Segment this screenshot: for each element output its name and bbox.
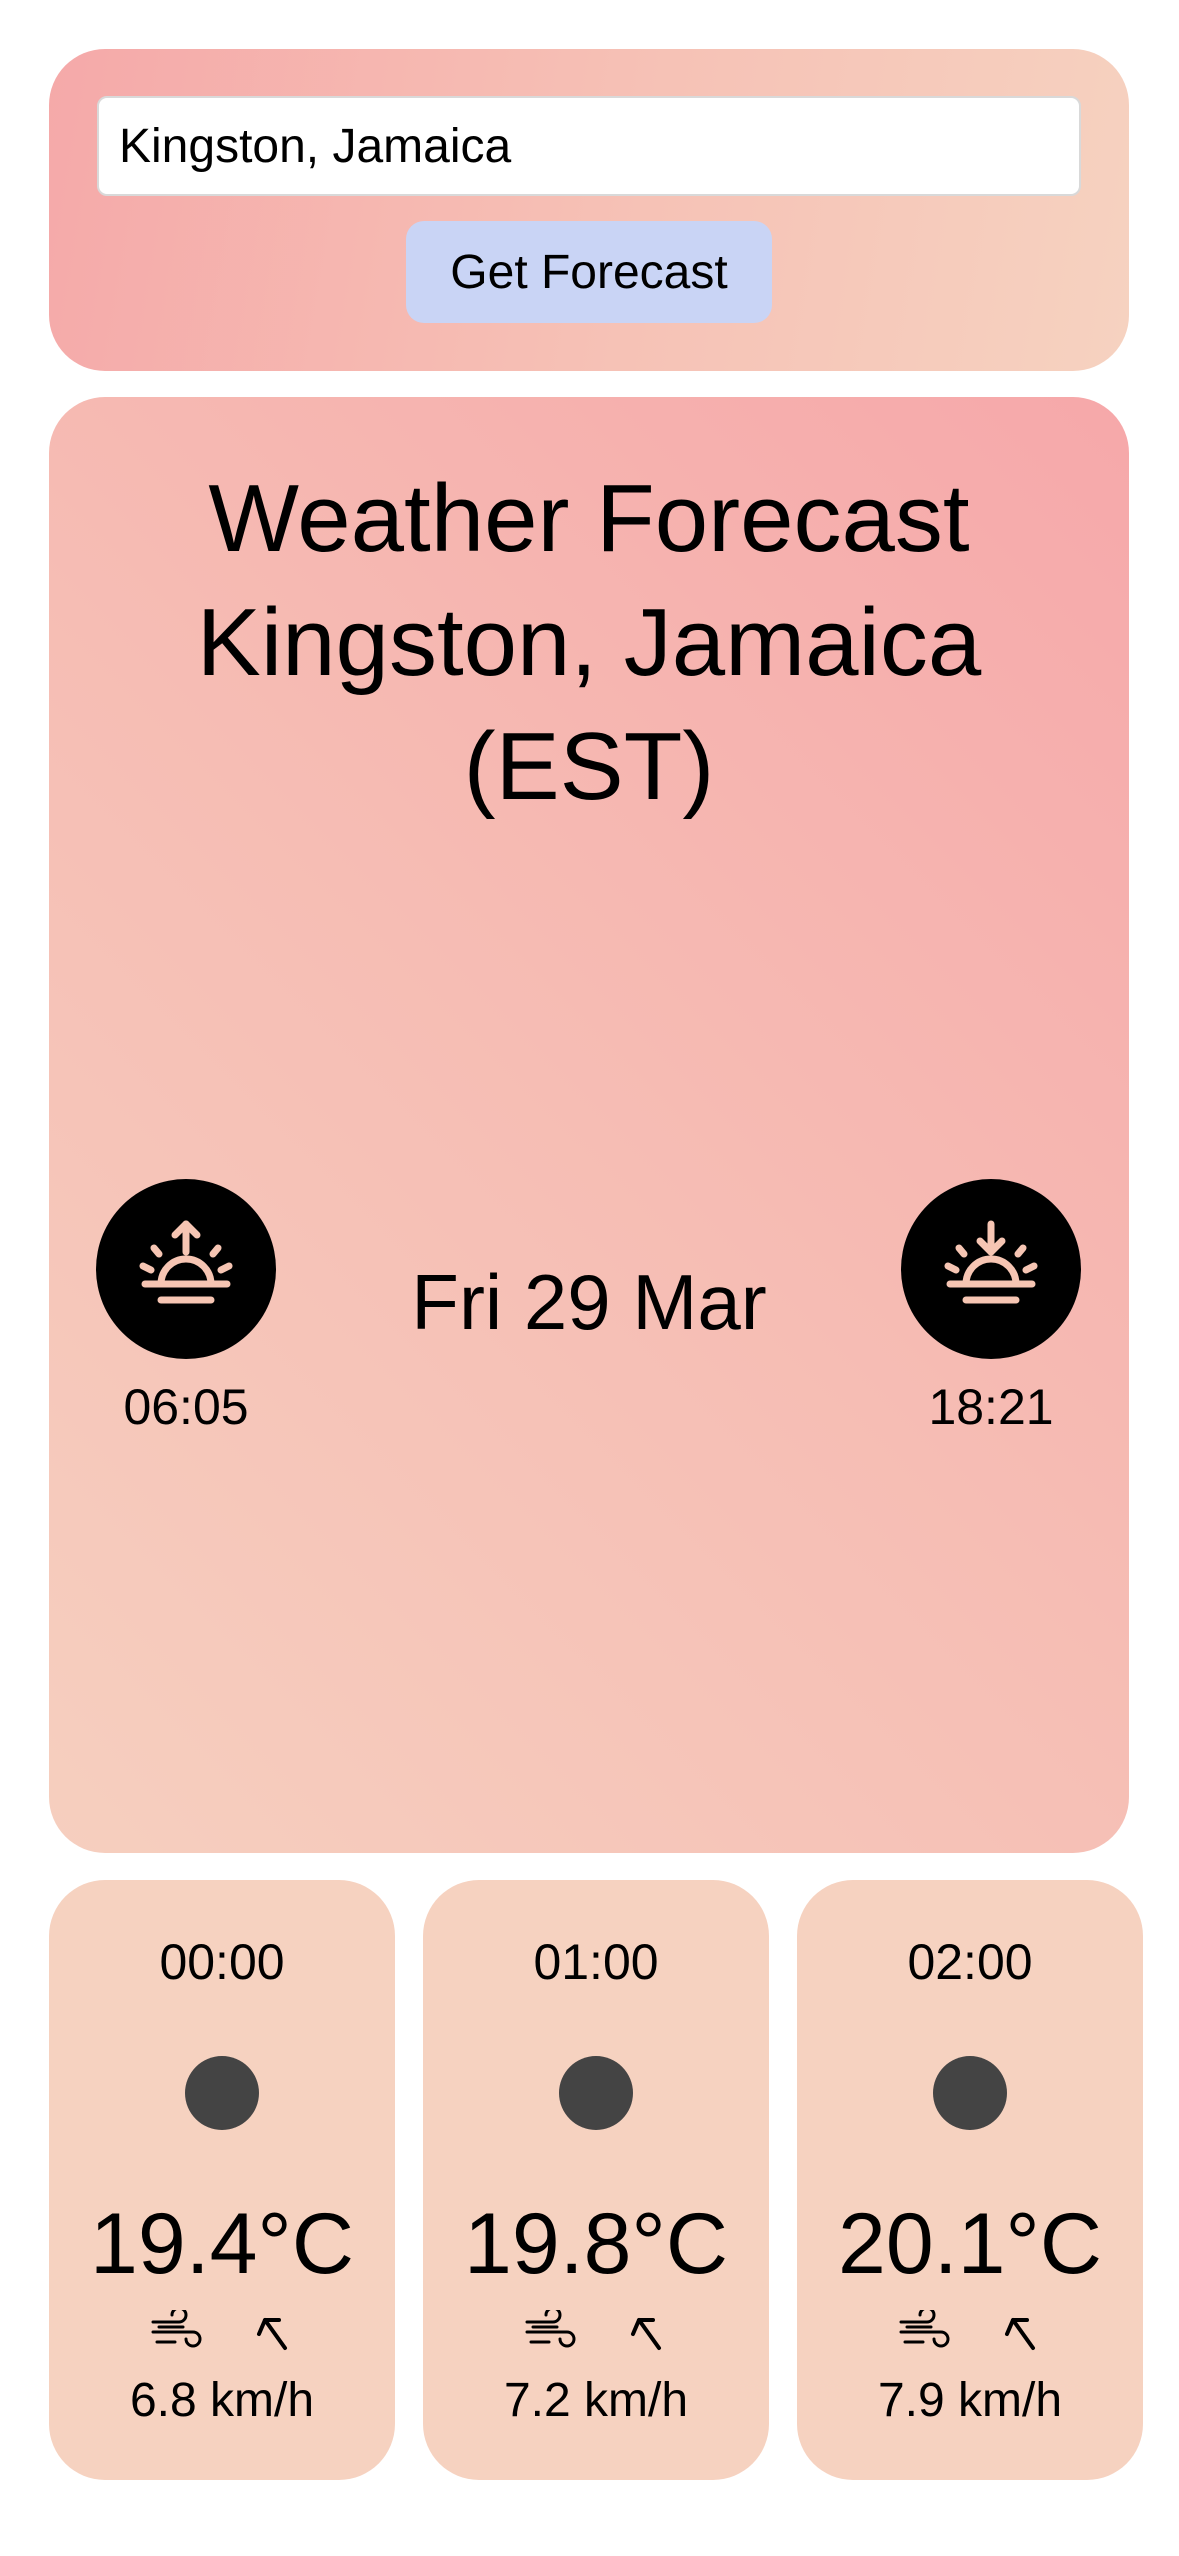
forecast-title: Weather Forecast Kingston, Jamaica (EST) xyxy=(49,457,1129,829)
clear-night-dot-icon xyxy=(185,2056,259,2130)
hour-wind-icons xyxy=(49,2310,395,2358)
hour-time: 00:00 xyxy=(159,1934,285,1990)
clear-night-dot-icon xyxy=(559,2056,633,2130)
hour-temperature: 20.1°C xyxy=(838,2196,1102,2292)
hourly-card: 01:00 19.8°C 7.2 km/h xyxy=(423,1880,769,2480)
sunrise-time: 06:05 xyxy=(123,1379,249,1435)
sunset-block: 18:21 xyxy=(901,1179,1081,1437)
hour-wind-icons xyxy=(423,2310,769,2358)
sunset-icon xyxy=(901,1179,1081,1359)
forecast-title-location: Kingston, Jamaica xyxy=(196,589,982,696)
hour-temperature: 19.4°C xyxy=(90,2196,354,2292)
hour-time: 01:00 xyxy=(533,1934,659,1990)
forecast-title-line1: Weather Forecast xyxy=(208,465,970,572)
hour-wind-icons xyxy=(797,2310,1143,2358)
hour-wind-speed: 7.2 km/h xyxy=(503,2374,689,2427)
hourly-card: 02:00 20.1°C 7.9 km/h xyxy=(797,1880,1143,2480)
wind-icon xyxy=(899,2310,950,2348)
clear-night-dot-icon xyxy=(933,2056,1007,2130)
sunset-time: 18:21 xyxy=(928,1379,1054,1435)
get-forecast-button[interactable]: Get Forecast xyxy=(406,221,772,323)
hourly-card: 00:00 19.4°C 6.8 km/h xyxy=(49,1880,395,2480)
wind-icon xyxy=(151,2310,202,2348)
arrow-up-left-icon xyxy=(257,2318,287,2350)
hour-temperature: 19.8°C xyxy=(464,2196,728,2292)
arrow-up-left-icon xyxy=(1005,2318,1035,2350)
hour-wind-speed: 7.9 km/h xyxy=(877,2374,1063,2427)
arrow-up-left-icon xyxy=(631,2318,661,2350)
forecast-card: Weather Forecast Kingston, Jamaica (EST)… xyxy=(49,397,1129,1853)
hour-time: 02:00 xyxy=(907,1934,1033,1990)
hour-wind-speed: 6.8 km/h xyxy=(129,2374,315,2427)
wind-icon xyxy=(525,2310,576,2348)
search-card: Get Forecast xyxy=(49,49,1129,371)
location-input[interactable] xyxy=(97,96,1081,196)
forecast-title-timezone: (EST) xyxy=(463,713,715,820)
